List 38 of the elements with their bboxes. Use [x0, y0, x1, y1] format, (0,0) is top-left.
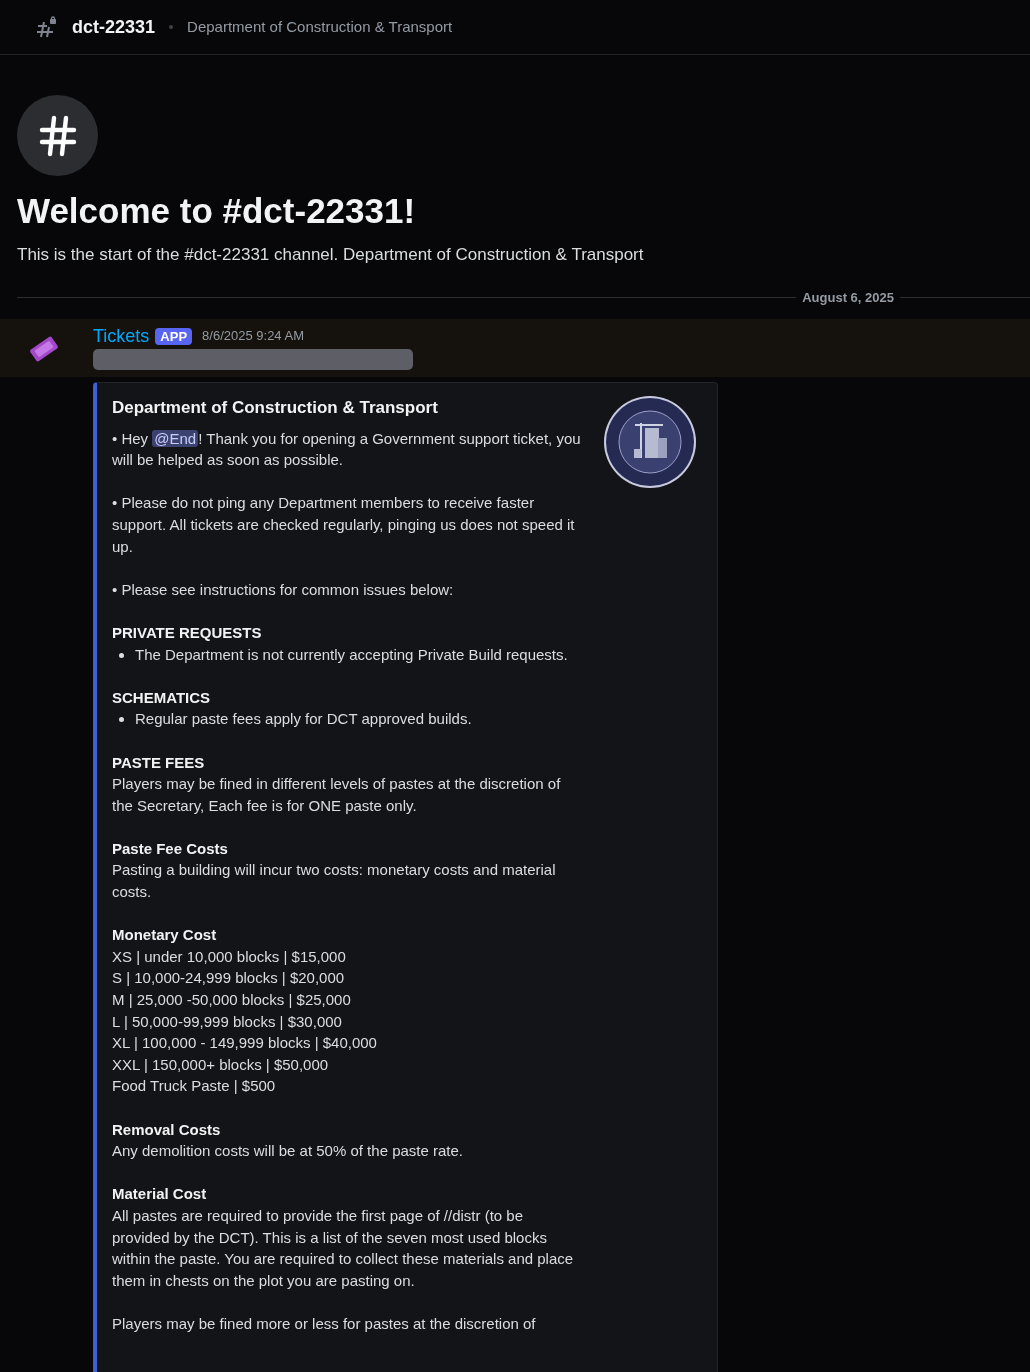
- section-heading: Material Cost: [112, 1184, 208, 1205]
- author-name[interactable]: Tickets: [93, 325, 150, 347]
- section-heading: PRIVATE REQUESTS: [112, 622, 263, 643]
- section-heading: SCHEMATICS: [112, 687, 212, 708]
- paragraph: Any demolition costs will be at 50% of the paste rate.: [112, 1141, 465, 1162]
- paragraph: Players may be fined more or less for pastes at the discretion of: [112, 1313, 537, 1334]
- paragraph: XS | under 10,000 blocks | $15,000: [112, 946, 347, 967]
- channel-topic: Department of Construction & Transport: [187, 16, 453, 37]
- welcome-subtitle: This is the start of the #dct-22331 channel. Department of Construction & Transport: [17, 244, 645, 266]
- paragraph: XL | 100,000 - 149,999 blocks | $40,000: [112, 1033, 378, 1054]
- bullet-text: Regular paste fees apply for DCT approved builds.: [135, 709, 472, 730]
- welcome-title: Welcome to #dct-22331!: [17, 190, 417, 232]
- user-mention[interactable]: @End: [152, 429, 199, 447]
- section-heading: PASTE FEES: [112, 752, 206, 773]
- paragraph: • Please do not ping any Department members to receive faster support. All tickets are checked regularly, pinging us does not speed it up.: [112, 493, 576, 557]
- bullet-text: The Department is not currently accepting Private Build requests.: [135, 644, 568, 665]
- paragraph: L | 50,000-99,999 blocks | $30,000: [112, 1011, 343, 1032]
- seal-icon: [603, 395, 697, 489]
- paragraph: XXL | 150,000+ blocks | $50,000: [112, 1054, 330, 1075]
- paragraph: Players may be fined in different levels of pastes at the discretion of the Secretary, Each fee is for ONE paste only.: [112, 774, 562, 816]
- paragraph: All pastes are required to provide the first page of //distr (to be provided by the DCT). This is a list of the seven most used blocks within the paste. You are required to collect these materials and place them in chests on the plot you are pasting on.: [112, 1205, 575, 1291]
- locked-channel-icon: [36, 16, 58, 38]
- paragraph: M | 25,000 -50,000 blocks | $25,000: [112, 990, 352, 1011]
- paragraph: S | 10,000-24,999 blocks | $20,000: [112, 968, 346, 989]
- section-heading: Removal Costs: [112, 1119, 222, 1140]
- app-badge: APP: [155, 327, 193, 345]
- bullet-icon: [119, 652, 124, 658]
- paragraph: Pasting a building will incur two costs: monetary costs and material costs.: [112, 860, 557, 903]
- date-divider: August 6, 2025: [801, 288, 895, 307]
- paragraph: Food Truck Paste | $500: [112, 1076, 277, 1097]
- bullet-icon: [119, 717, 124, 723]
- paragraph: • Hey @End! Thank you for opening a Government support ticket, you will be helped as soon as possible.: [112, 428, 582, 471]
- paragraph: • Please see instructions for common issues below:: [112, 579, 455, 600]
- message-timestamp: 8/6/2025 9:24 AM: [202, 327, 304, 346]
- section-heading: Monetary Cost: [112, 925, 218, 946]
- section-heading: Paste Fee Costs: [112, 838, 229, 859]
- channel-name: dct-22331: [72, 15, 156, 39]
- embed-title: Department of Construction & Transport: [112, 397, 439, 419]
